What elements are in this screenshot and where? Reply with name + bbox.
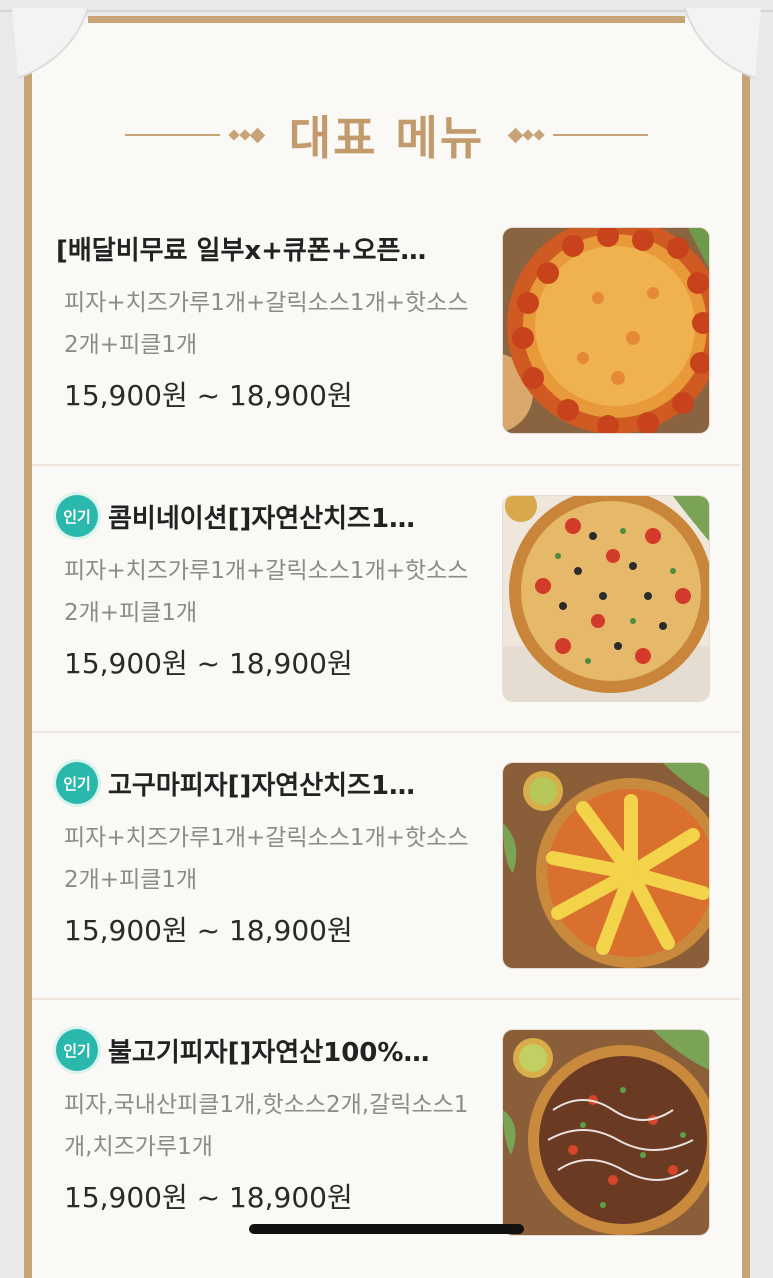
menu-list: [배달비무료 일부x+큐폰+오픈… 피자+치즈가루1개+갈릭소스1개+핫소스2개… [32,198,740,1267]
menu-item-description: 피자+치즈가루1개+갈릭소스1개+핫소스2개+피클1개 [64,825,469,893]
menu-item-price: 15,900원 ~ 18,900원 [64,1181,353,1214]
page-curl-left-icon [12,8,89,79]
heading-line-right [553,134,649,136]
popular-badge: 인기 [56,762,98,804]
menu-item-description: 피자+치즈가루1개+갈릭소스1개+핫소스2개+피클1개 [64,290,469,358]
menu-item-price: 15,900원 ~ 18,900원 [64,914,353,947]
section-title: 대표 메뉴 [288,111,485,165]
diamond-ornament-left-icon [228,127,266,143]
menu-item-name-row: 인기 불고기피자[]자연산100%… [56,1028,486,1072]
status-divider [0,10,773,12]
menu-item-name-row: 인기 콤비네이션[]자연산치즈1… [56,494,486,538]
menu-item[interactable]: [배달비무료 일부x+큐폰+오픈… 피자+치즈가루1개+갈릭소스1개+핫소스2개… [32,198,740,466]
combination-pizza-image[interactable] [503,496,709,701]
section-heading: 대표 메뉴 [0,100,773,170]
sweet-potato-pizza-image[interactable] [503,763,709,968]
menu-item[interactable]: 인기 콤비네이션[]자연산치즈1… 피자+치즈가루1개+갈릭소스1개+핫소스2개… [32,466,740,733]
menu-item-price: 15,900원 ~ 18,900원 [64,379,353,412]
diamond-ornament-right-icon [507,127,545,143]
menu-item-name: 고구마피자[]자연산치즈1… [108,770,416,801]
pepperoni-pizza-image[interactable] [503,228,709,433]
home-indicator[interactable] [249,1224,524,1234]
menu-item-name-row: 인기 고구마피자[]자연산치즈1… [56,761,486,805]
popular-badge: 인기 [56,495,98,537]
menu-item-price: 15,900원 ~ 18,900원 [64,647,353,680]
menu-item-name: 콤비네이션[]자연산치즈1… [108,503,416,534]
heading-line-left [124,134,220,136]
frame-top-border [88,16,685,23]
menu-item-name: [배달비무료 일부x+큐폰+오픈… [56,235,427,266]
bulgogi-pizza-image[interactable] [503,1030,709,1235]
popular-badge: 인기 [56,1029,98,1071]
page-curl-right-icon [684,8,761,79]
menu-item-description: 피자+치즈가루1개+갈릭소스1개+핫소스2개+피클1개 [64,558,469,626]
menu-item-name-row: [배달비무료 일부x+큐폰+오픈… [56,226,486,270]
menu-item-name: 불고기피자[]자연산100%… [108,1037,430,1068]
menu-item[interactable]: 인기 고구마피자[]자연산치즈1… 피자+치즈가루1개+갈릭소스1개+핫소스2개… [32,733,740,1000]
menu-item-description: 피자,국내산피클1개,핫소스2개,갈릭소스1개,치즈가루1개 [64,1092,469,1160]
